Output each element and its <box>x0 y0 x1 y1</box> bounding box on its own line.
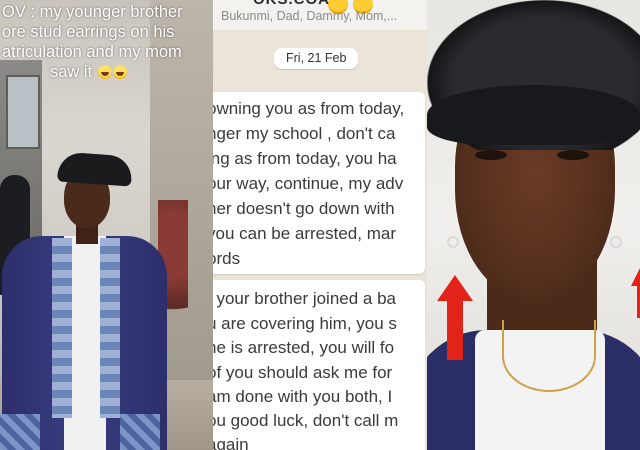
window <box>6 75 40 149</box>
gown-stole-right <box>100 238 120 418</box>
laughing-emoji-icon <box>112 65 127 79</box>
group-name[interactable]: OKS.COA <box>253 0 330 8</box>
message-line: owning you as from today, <box>213 99 405 118</box>
laughing-emoji-icon <box>97 65 112 79</box>
gown-stole-left <box>52 238 72 418</box>
closeup-photo-panel <box>427 0 640 450</box>
cap <box>57 151 133 187</box>
caption-line: OV : my younger brother <box>2 3 183 21</box>
gown-sleeve-left <box>0 414 40 450</box>
caption-line: saw it <box>50 63 93 81</box>
left-photo-panel: OV : my younger brother ore stud earring… <box>0 0 213 450</box>
message-line: ing as from today, you ha <box>213 149 397 168</box>
message-line: of you should ask me for <box>213 363 393 382</box>
date-separator: Fri, 21 Feb <box>274 48 359 69</box>
message-line: nger my school , don't ca <box>213 124 396 143</box>
message-line: he is arrested, you will fo <box>213 338 395 357</box>
caption-line: atriculation and my mom <box>2 43 182 61</box>
message-line: am done with you both, I <box>213 387 393 406</box>
graduate-figure <box>0 150 170 450</box>
red-arrow-icon <box>631 268 640 318</box>
message-line: ou good luck, don't call m <box>213 411 399 430</box>
message-line: you can be arrested, mar <box>213 224 396 243</box>
message-line: , your brother joined a ba <box>213 289 397 308</box>
gown-sleeve-right <box>120 414 160 450</box>
message-line: ords <box>213 249 241 268</box>
message-line: her doesn't go down with <box>213 199 395 218</box>
hat-brim <box>427 85 640 145</box>
message-bubble[interactable]: , your brother joined a ba u are coverin… <box>213 280 425 450</box>
gold-chain <box>502 320 596 392</box>
red-arrow-icon <box>437 275 473 360</box>
message-line: again <box>213 435 249 450</box>
stud-earring-left <box>447 236 459 248</box>
pov-caption: OV : my younger brother ore stud earring… <box>2 2 213 82</box>
left-eye <box>475 150 507 160</box>
red-arrow-shape <box>631 268 640 318</box>
right-eye <box>557 150 589 160</box>
message-bubble[interactable]: owning you as from today, nger my school… <box>213 92 425 274</box>
message-line: our way, continue, my adv <box>213 174 404 193</box>
chat-header: OKS.COA Bukunmi, Dad, Dammy, Mom,... <box>213 0 427 30</box>
stud-earring-right <box>610 236 622 248</box>
group-members[interactable]: Bukunmi, Dad, Dammy, Mom,... <box>221 9 397 23</box>
red-arrow-shape <box>437 275 473 360</box>
caption-line: ore stud earrings on his <box>2 23 175 41</box>
message-line: u are covering him, you s <box>213 314 397 333</box>
chat-screenshot-panel: OKS.COA Bukunmi, Dad, Dammy, Mom,... Fri… <box>213 0 427 450</box>
